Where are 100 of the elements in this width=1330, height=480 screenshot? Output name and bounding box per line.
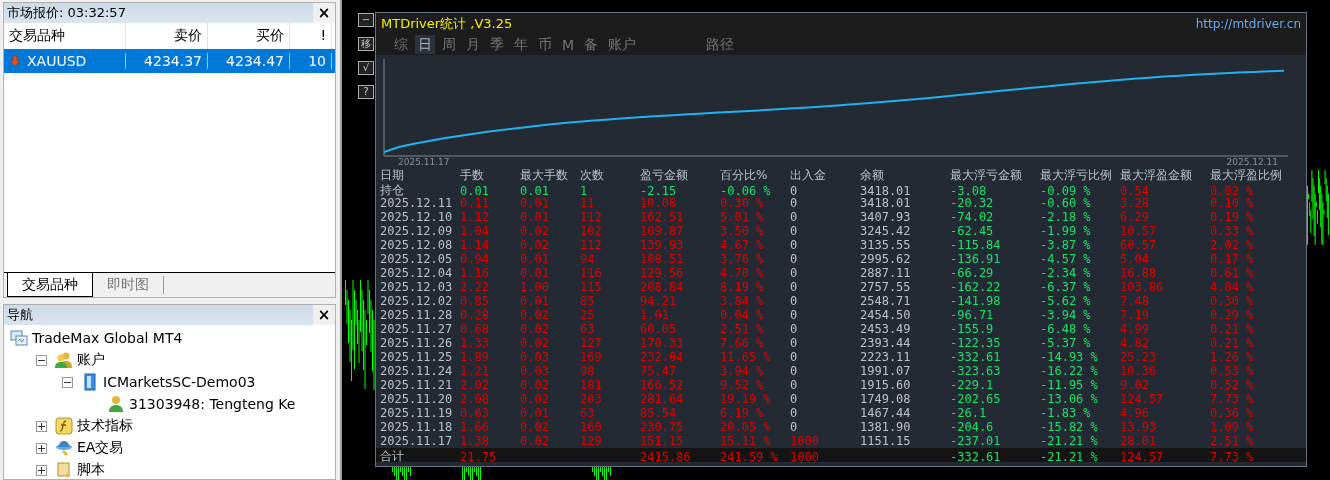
- lots-cell-text: 21.75: [460, 449, 498, 464]
- percent-cell-text: 8.19 %: [720, 280, 765, 294]
- float-profit-cell-text: 3.28: [1120, 196, 1150, 210]
- deposit-cell-text: 0: [790, 280, 799, 294]
- period-tab[interactable]: 账户: [605, 35, 640, 54]
- float-loss-cell-text: -332.61: [950, 350, 1002, 364]
- percent-cell-text: -0.06 %: [720, 183, 772, 198]
- float-profit-cell-text: 5.04: [1120, 252, 1150, 266]
- period-tab[interactable]: 日: [415, 35, 435, 54]
- max-lots-cell-text: 0.01: [520, 406, 550, 420]
- profit-cell-text: 162.51: [640, 210, 685, 224]
- website-link[interactable]: http://mtdriver.cn: [1195, 17, 1301, 31]
- tree-item[interactable]: 账户: [77, 351, 105, 369]
- symbol-row[interactable]: XAUUSD 4234.37 4234.47 10: [4, 49, 335, 73]
- balance-cell-text: 1467.44: [860, 406, 912, 420]
- balance-cell-text: 1749.08: [860, 392, 912, 406]
- chart-tool-button[interactable]: ?: [358, 85, 374, 99]
- tree-item[interactable]: 技术指标: [77, 417, 133, 435]
- panel-tab[interactable]: 即时图: [93, 276, 164, 294]
- max-lots-cell-text: 0.02: [520, 420, 550, 434]
- count-cell-text: 1: [580, 183, 589, 198]
- max-lots-cell-text: 0.02: [520, 224, 550, 238]
- profit-cell-text: 108.51: [640, 252, 685, 266]
- lots-cell-text: 0.85: [460, 294, 490, 308]
- deposit-cell-text: 0: [790, 308, 799, 322]
- close-button[interactable]: ×: [313, 305, 335, 325]
- period-tab[interactable]: 综: [391, 35, 411, 54]
- float-profit-cell-text: 0.54: [1120, 183, 1150, 198]
- period-tab[interactable]: 周: [439, 35, 459, 54]
- balance-cell-text: 2757.55: [860, 280, 912, 294]
- float-profit-cell-text: 16.88: [1120, 266, 1158, 280]
- float-profit-percent-cell-text: 0.36 %: [1210, 406, 1255, 420]
- expand-toggle[interactable]: [36, 442, 47, 454]
- balance-cell-text: 3407.93: [860, 210, 912, 224]
- date-cell-text: 2025.11.28: [380, 308, 454, 322]
- profit-cell-text: 208.84: [640, 280, 685, 294]
- percent-cell-text: 4.67 %: [720, 238, 765, 252]
- percent-cell-text: 6.19 %: [720, 406, 765, 420]
- collapse-toggle[interactable]: [36, 354, 47, 366]
- percent-cell-text: 3.94 %: [720, 364, 765, 378]
- close-button[interactable]: ×: [313, 3, 335, 23]
- float-profit-cell-text: 124.57: [1120, 449, 1165, 464]
- tree-item[interactable]: ICMarketsSC-Demo03: [103, 374, 256, 390]
- float-loss-cell-text: -323.63: [950, 364, 1002, 378]
- expand-toggle[interactable]: [36, 420, 47, 432]
- float-loss-percent-cell-text: -6.37 %: [1040, 280, 1092, 294]
- chart-tool-button[interactable]: √: [358, 61, 374, 75]
- float-loss-percent-cell-text: -15.82 %: [1040, 420, 1099, 434]
- tree-item[interactable]: 31303948: Tengteng Ke: [129, 396, 296, 412]
- tree-item[interactable]: EA交易: [77, 439, 124, 457]
- period-tab[interactable]: 路径: [703, 35, 738, 54]
- float-loss-percent-cell-text: -3.87 %: [1040, 238, 1092, 252]
- period-tab[interactable]: 币: [535, 35, 555, 54]
- deposit-cell-text: 0: [790, 224, 799, 238]
- period-tab[interactable]: 备: [581, 35, 602, 54]
- float-profit-percent-cell-text: 0.19 %: [1210, 210, 1255, 224]
- hat-icon: [55, 439, 73, 457]
- function-icon: [55, 417, 73, 435]
- user-icon: [107, 395, 125, 413]
- float-profit-percent-cell-text: 7.73 %: [1210, 392, 1255, 406]
- column-header: 盈亏金额: [640, 167, 689, 184]
- period-tab[interactable]: M: [559, 35, 578, 54]
- lots-cell-text: 0.63: [460, 406, 490, 420]
- max-lots-cell-text: 0.01: [520, 196, 550, 210]
- period-tab[interactable]: 月: [463, 35, 483, 54]
- lots-cell-text: 1.66: [460, 420, 490, 434]
- tree-item[interactable]: TradeMax Global MT4: [32, 330, 183, 346]
- percent-cell-text: 15.11 %: [720, 434, 772, 448]
- float-loss-percent-cell-text: -0.60 %: [1040, 196, 1092, 210]
- balance-cell-text: 2393.44: [860, 336, 912, 350]
- percent-cell-text: 11.65 %: [720, 350, 772, 364]
- collapse-toggle[interactable]: [62, 376, 73, 388]
- column-header: 次数: [580, 167, 605, 184]
- float-profit-cell-text: 6.29: [1120, 210, 1150, 224]
- chart-tool-button[interactable]: 移: [358, 37, 374, 51]
- column-header: 最大浮亏金额: [950, 167, 1023, 184]
- column-header: 最大浮盈比例: [1210, 167, 1283, 184]
- date-cell-text: 2025.11.19: [380, 406, 454, 420]
- tree-item[interactable]: 脚本: [77, 461, 105, 479]
- max-lots-cell-text: 0.03: [520, 364, 550, 378]
- float-profit-cell-text: 7.48: [1120, 294, 1150, 308]
- deposit-cell-text: 0: [790, 210, 799, 224]
- panel-tab[interactable]: 交易品种: [7, 273, 93, 297]
- period-tab[interactable]: 季: [487, 35, 507, 54]
- chart-tool-button[interactable]: −: [358, 13, 374, 27]
- deposit-cell-text: 0: [790, 294, 799, 308]
- profit-cell-text: 170.33: [640, 336, 685, 350]
- float-profit-percent-cell-text: 2.02 %: [1210, 238, 1255, 252]
- max-lots-cell-text: 1.00: [520, 280, 550, 294]
- period-tab[interactable]: 年: [511, 35, 531, 54]
- date-cell-text: 2025.11.26: [380, 336, 454, 350]
- spread-value: 10: [308, 53, 326, 69]
- percent-cell-text: 3.76 %: [720, 252, 765, 266]
- float-profit-percent-cell-text: 0.10 %: [1210, 196, 1255, 210]
- expand-toggle[interactable]: [36, 464, 47, 476]
- symbol-name: XAUUSD: [27, 53, 87, 69]
- profit-cell-text: 109.87: [640, 224, 685, 238]
- max-lots-cell-text: 0.03: [520, 350, 550, 364]
- column-header: 百分比%: [720, 167, 769, 184]
- deposit-cell-text: 0: [790, 350, 799, 364]
